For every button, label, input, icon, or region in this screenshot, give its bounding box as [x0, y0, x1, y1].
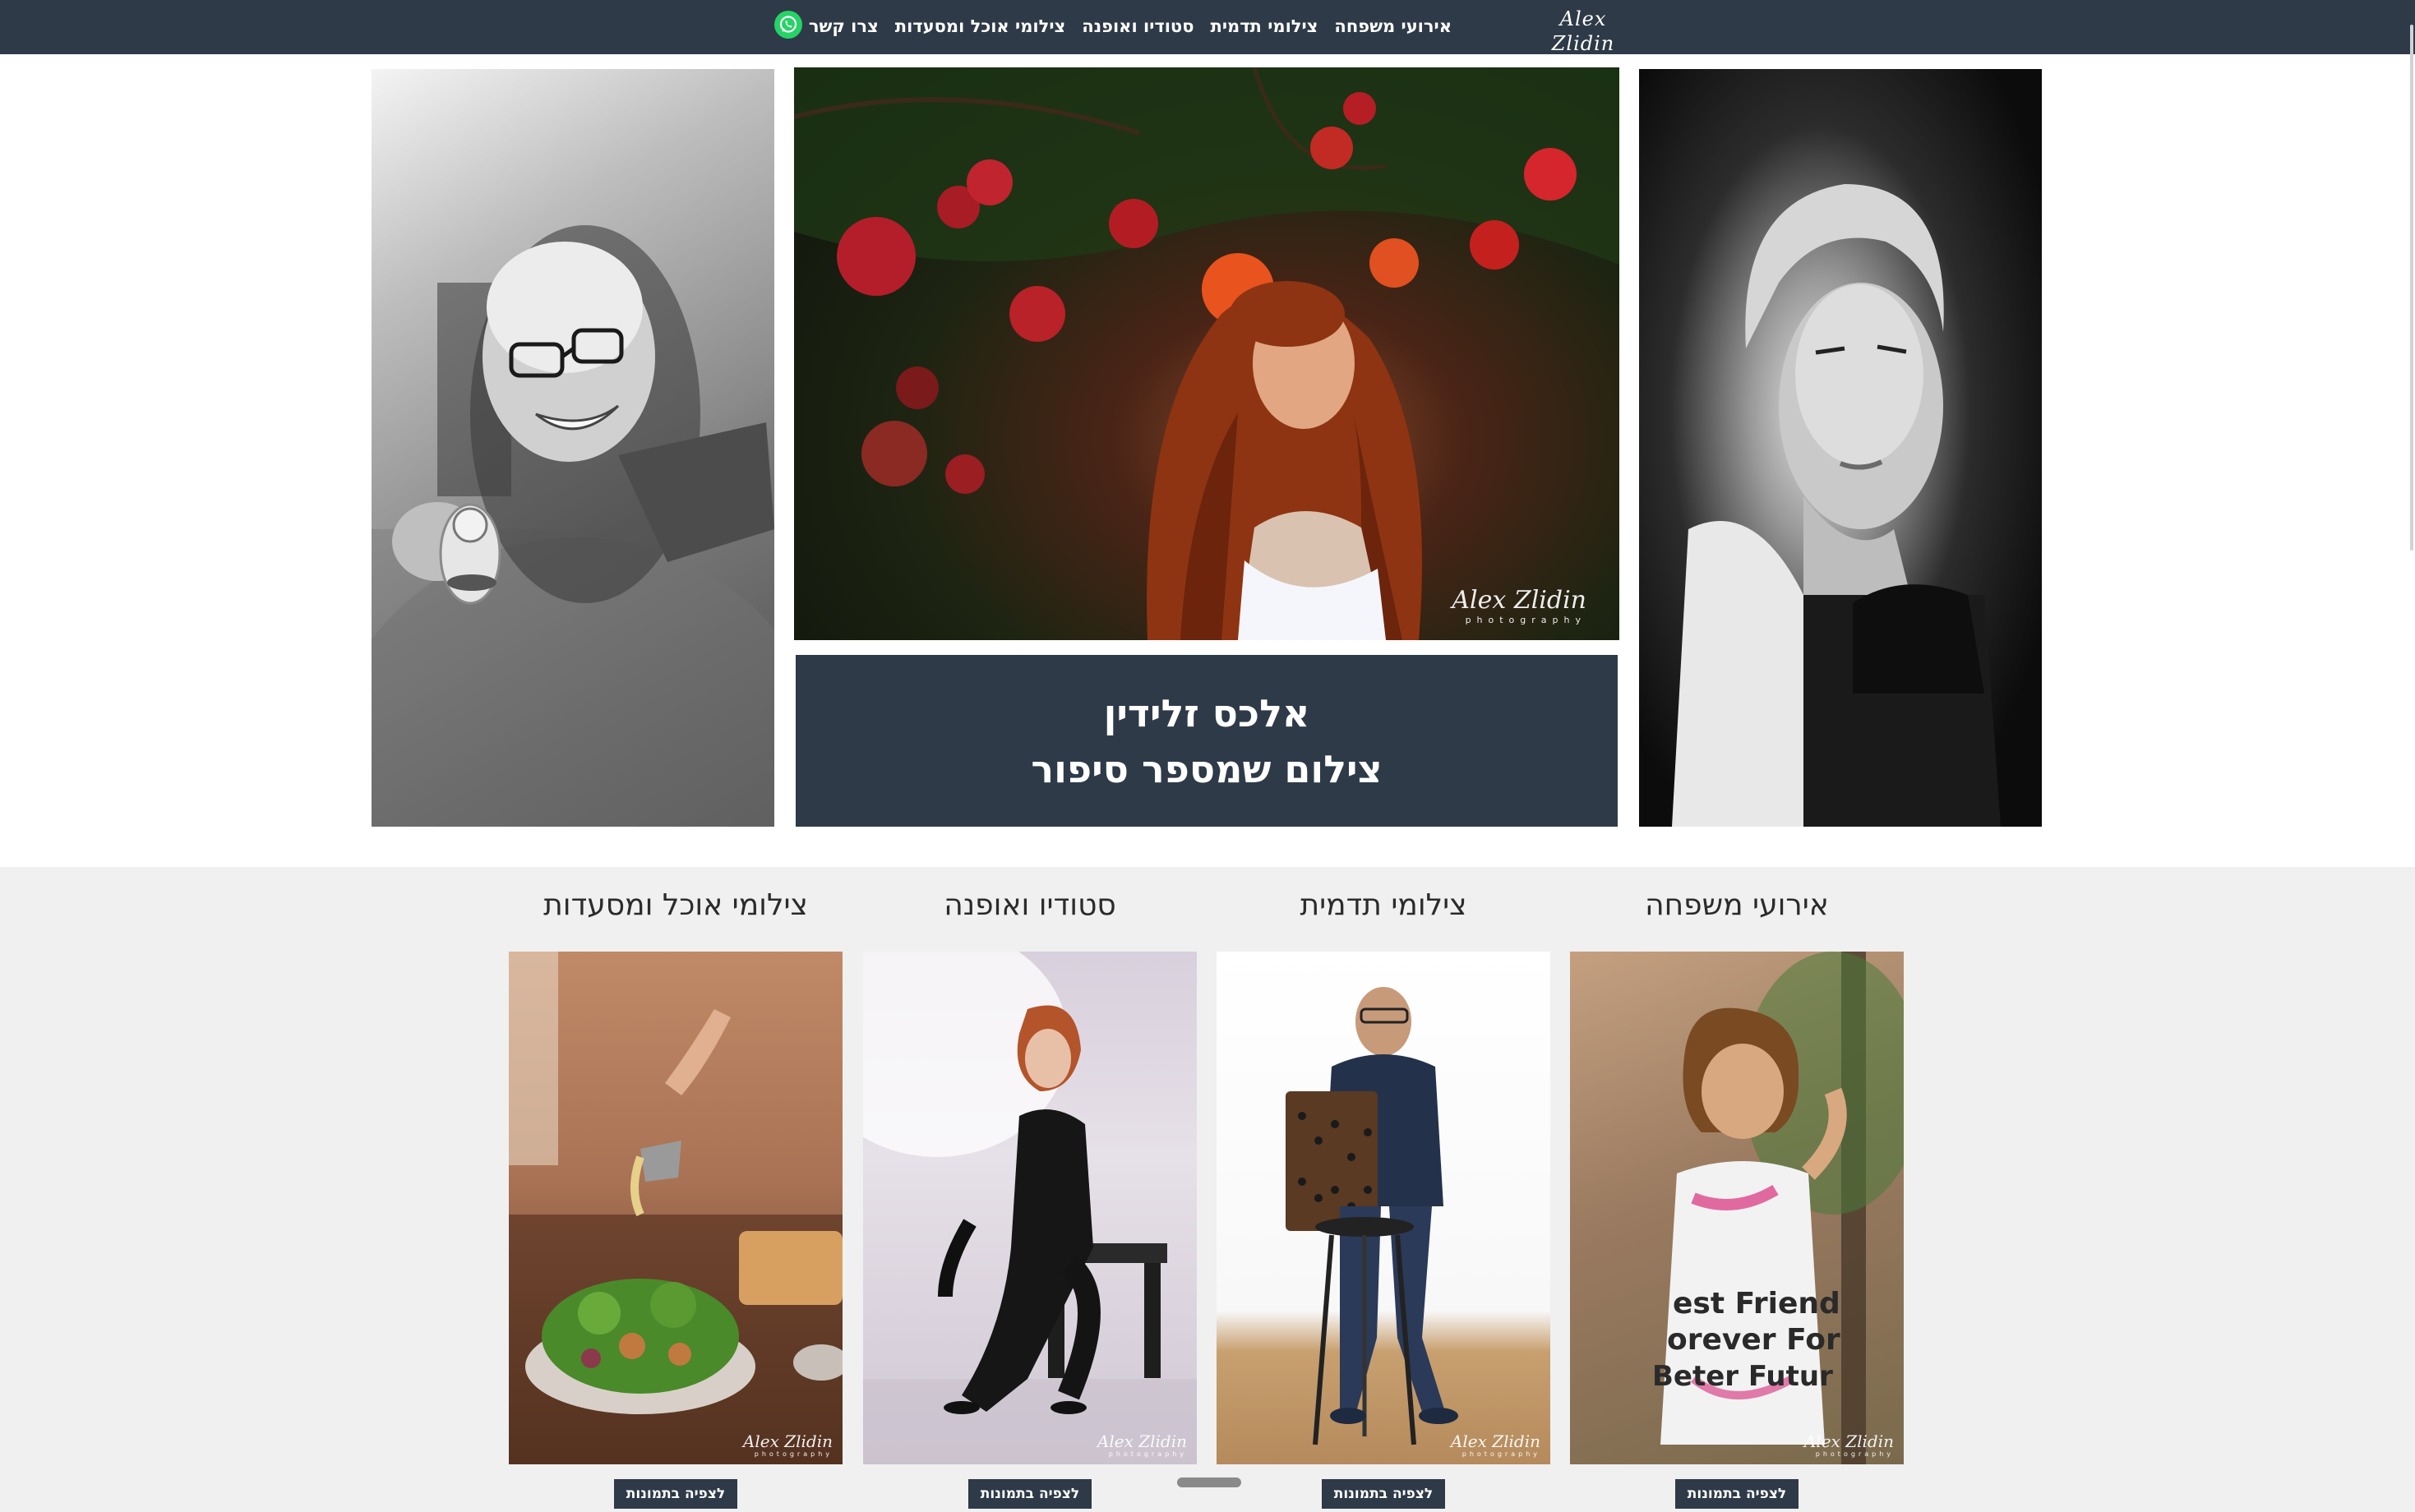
vertical-scrollbar[interactable]	[2410, 25, 2413, 551]
category-photo-family[interactable]: est Friend orever For Beter Futur Alex Z…	[1570, 952, 1904, 1464]
category-photo-food[interactable]: Alex Zlidin photography	[509, 952, 843, 1464]
hero-watermark-subtitle: photography	[1465, 615, 1586, 625]
category-title: סטודיו ואופנה	[944, 888, 1116, 922]
main-menu: צרו קשר צילומי אוכל ומסעדות סטודיו ואופנ…	[809, 12, 1452, 41]
view-photos-button-business[interactable]: לצפיה בתמונות	[1322, 1479, 1445, 1509]
category-photo-business[interactable]: Alex Zlidin photography	[1217, 952, 1550, 1464]
hero-watermark: Alex Zlidin photography	[1452, 586, 1586, 626]
logo-subtitle: photography	[1531, 57, 1638, 66]
hero-photo-portrait-woman	[1639, 69, 2042, 827]
site-logo[interactable]: Alex Zlidin photography	[1531, 7, 1636, 66]
category-watermark: Alex Zlidin photography	[1451, 1432, 1540, 1458]
nav-item-studio[interactable]: סטודיו ואופנה	[1082, 12, 1194, 41]
nav-item-business[interactable]: צילומי תדמית	[1210, 12, 1318, 41]
category-title: אירועי משפחה	[1645, 888, 1829, 922]
hero-title-card: אלכס זלידין צילום שמספר סיפור	[796, 655, 1618, 827]
category-watermark: Alex Zlidin photography	[1097, 1432, 1187, 1458]
view-photos-button-studio[interactable]: לצפיה בתמונות	[968, 1479, 1092, 1509]
nav-item-food[interactable]: צילומי אוכל ומסעדות	[895, 12, 1065, 41]
category-watermark-subtitle: photography	[1815, 1450, 1894, 1458]
category-watermark-signature: Alex Zlidin	[1097, 1431, 1187, 1451]
nav-item-family[interactable]: אירועי משפחה	[1334, 12, 1452, 41]
shirt-text-line-2: orever For	[1667, 1323, 1840, 1357]
view-photos-button-food[interactable]: לצפיה בתמונות	[614, 1479, 737, 1509]
category-watermark-signature: Alex Zlidin	[1803, 1431, 1894, 1451]
hero-title: אלכס זלידין	[1103, 690, 1310, 735]
hero-watermark-signature: Alex Zlidin	[1452, 586, 1586, 615]
category-photo-studio[interactable]: Alex Zlidin photography	[863, 952, 1197, 1464]
categories-section: צילומי אוכל ומסעדות Alex Zlidin photogra…	[0, 867, 2415, 1512]
hero-tagline: צילום שמספר סיפור	[1031, 746, 1383, 791]
shirt-text-line-1: est Friend	[1673, 1287, 1840, 1321]
category-title: צילומי תדמית	[1300, 888, 1467, 922]
category-watermark-subtitle: photography	[754, 1450, 833, 1458]
whatsapp-icon[interactable]	[774, 11, 802, 39]
nav-item-contact[interactable]: צרו קשר	[809, 12, 879, 41]
category-title: צילומי אוכל ומסעדות	[543, 888, 808, 922]
hero-photo-pomegranate-girl: Alex Zlidin photography	[794, 67, 1619, 640]
category-watermark: Alex Zlidin photography	[1804, 1432, 1894, 1458]
hero-photo-portrait-man	[372, 69, 774, 827]
category-watermark: Alex Zlidin photography	[743, 1432, 833, 1458]
horizontal-scroll-thumb[interactable]	[1177, 1477, 1241, 1487]
view-photos-button-family[interactable]: לצפיה בתמונות	[1675, 1479, 1799, 1509]
top-nav-bar: Alex Zlidin photography צרו קשר צילומי א…	[0, 0, 2415, 66]
category-watermark-signature: Alex Zlidin	[1450, 1431, 1540, 1451]
category-watermark-subtitle: photography	[1108, 1450, 1187, 1458]
logo-signature: Alex Zlidin	[1551, 7, 1615, 55]
shirt-text-line-3: Beter Futur	[1652, 1360, 1833, 1393]
category-watermark-signature: Alex Zlidin	[742, 1431, 833, 1451]
category-watermark-subtitle: photography	[1461, 1450, 1540, 1458]
